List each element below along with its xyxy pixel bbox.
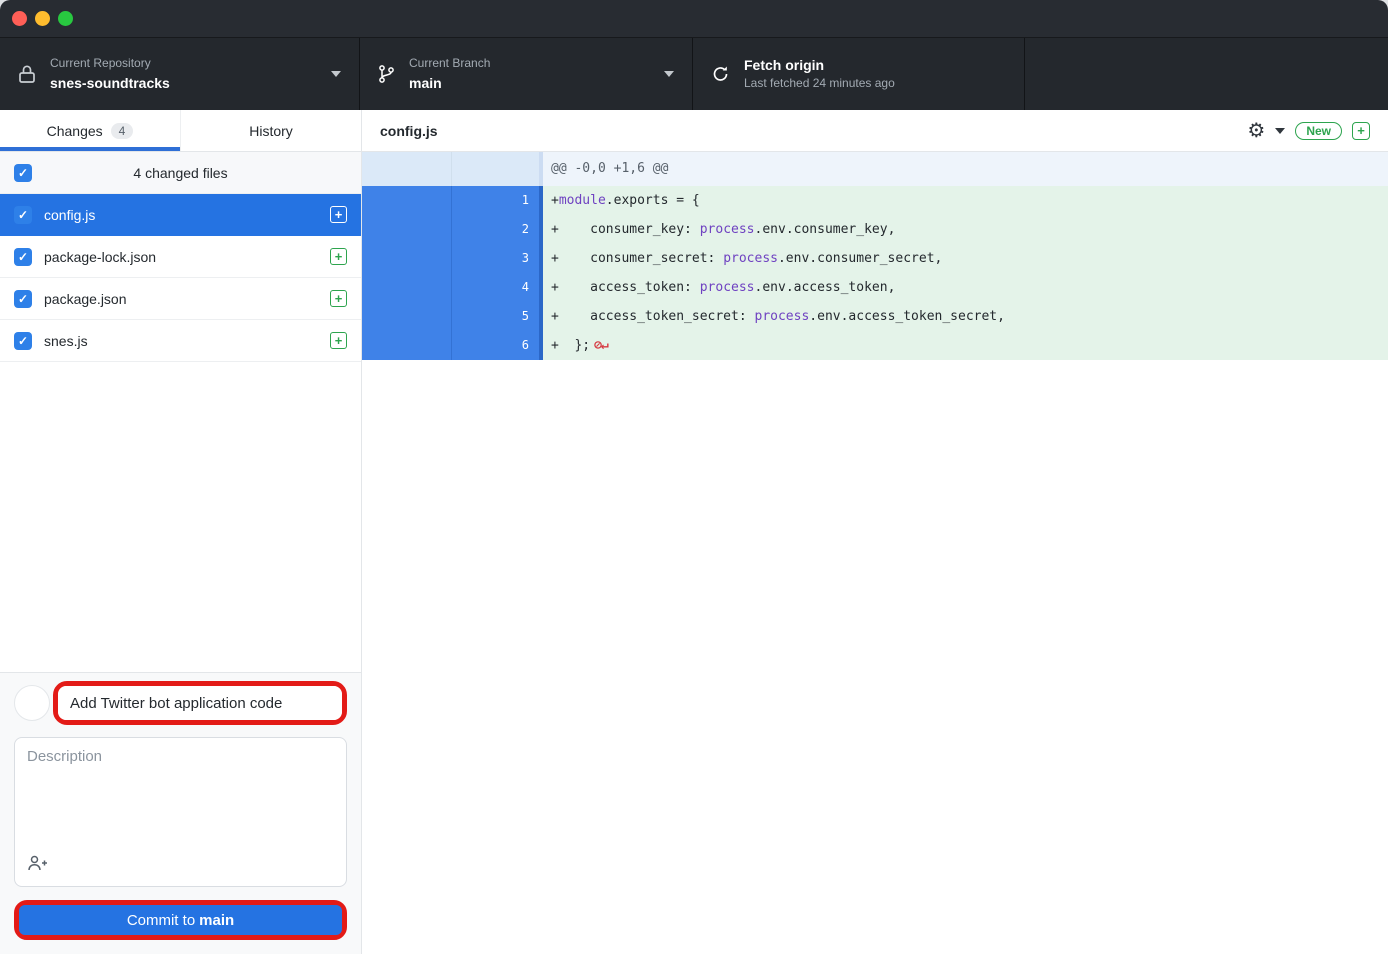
old-line-number[interactable] bbox=[362, 215, 451, 244]
sidebar: Changes 4 History 4 changed files config… bbox=[0, 110, 362, 954]
file-name: snes.js bbox=[44, 333, 88, 349]
annotation-highlight-commit-button: Commit tomain bbox=[14, 900, 347, 940]
commit-description-placeholder: Description bbox=[27, 748, 102, 765]
new-line-number[interactable]: 2 bbox=[451, 215, 539, 244]
current-branch-label: Current Branch bbox=[409, 56, 490, 72]
fetch-origin-button[interactable]: Fetch origin Last fetched 24 minutes ago bbox=[693, 38, 1025, 110]
chevron-down-icon bbox=[664, 71, 674, 77]
current-repository-label: Current Repository bbox=[50, 56, 170, 72]
lock-icon bbox=[18, 64, 36, 84]
old-line-number bbox=[362, 152, 451, 186]
diff-view: @@ -0,0 +1,6 @@1+module.exports = {2+ co… bbox=[362, 152, 1388, 954]
file-row-package.json[interactable]: package.json bbox=[0, 278, 361, 320]
current-branch-value: main bbox=[409, 74, 490, 92]
tab-changes[interactable]: Changes 4 bbox=[0, 110, 180, 151]
diff-line-5: 5+ access_token_secret: process.env.acce… bbox=[362, 302, 1388, 331]
fetch-origin-status: Last fetched 24 minutes ago bbox=[744, 76, 895, 92]
diff-line-1: 1+module.exports = { bbox=[362, 186, 1388, 215]
old-line-number[interactable] bbox=[362, 186, 451, 215]
added-file-icon[interactable] bbox=[330, 290, 347, 307]
diff-line-4: 4+ access_token: process.env.access_toke… bbox=[362, 273, 1388, 302]
chevron-down-icon bbox=[331, 71, 341, 77]
toolbar-empty-area bbox=[1025, 38, 1388, 110]
commit-form: Add Twitter bot application code Descrip… bbox=[0, 672, 361, 954]
avatar bbox=[14, 685, 50, 721]
diff-line-2: 2+ consumer_key: process.env.consumer_ke… bbox=[362, 215, 1388, 244]
diff-panel: config.js New @@ -0,0 +1,6 @@1+module.ex… bbox=[362, 110, 1388, 954]
sidebar-empty-area bbox=[0, 362, 361, 672]
old-line-number[interactable] bbox=[362, 273, 451, 302]
current-repository-value: snes-soundtracks bbox=[50, 74, 170, 92]
tab-history-label: History bbox=[249, 123, 293, 139]
commit-summary-input[interactable]: Add Twitter bot application code bbox=[58, 686, 342, 720]
old-line-number[interactable] bbox=[362, 331, 451, 360]
changed-file-list: config.js package-lock.json package.json sn… bbox=[0, 194, 361, 362]
chevron-down-icon[interactable] bbox=[1275, 128, 1285, 134]
commit-button-label: Commit to bbox=[127, 912, 195, 929]
gear-icon[interactable] bbox=[1247, 121, 1265, 141]
file-name: config.js bbox=[44, 207, 95, 223]
new-line-number[interactable]: 1 bbox=[451, 186, 539, 215]
diff-line-content: + consumer_secret: process.env.consumer_… bbox=[543, 244, 1388, 273]
commit-button[interactable]: Commit tomain bbox=[19, 905, 342, 935]
diff-header: config.js New bbox=[362, 110, 1388, 152]
fetch-origin-label: Fetch origin bbox=[744, 56, 895, 74]
old-line-number[interactable] bbox=[362, 244, 451, 273]
add-coauthor-icon[interactable] bbox=[27, 854, 49, 876]
github-desktop-window: Current Repository snes-soundtracks Curr… bbox=[0, 0, 1388, 954]
close-window-button[interactable] bbox=[12, 11, 27, 26]
diff-line-content: + access_token_secret: process.env.acces… bbox=[543, 302, 1388, 331]
sidebar-tabs: Changes 4 History bbox=[0, 110, 361, 152]
minimize-window-button[interactable] bbox=[35, 11, 50, 26]
new-file-status-badge: New bbox=[1295, 122, 1342, 140]
diff-hunk-header: @@ -0,0 +1,6 @@ bbox=[362, 152, 1388, 186]
sync-icon bbox=[711, 64, 730, 84]
diff-file-title: config.js bbox=[380, 123, 438, 139]
tab-changes-label: Changes bbox=[47, 123, 103, 139]
new-line-number[interactable]: 6 bbox=[451, 331, 539, 360]
current-repository-selector[interactable]: Current Repository snes-soundtracks bbox=[0, 38, 360, 110]
added-file-icon bbox=[1352, 122, 1370, 140]
select-all-checkbox[interactable] bbox=[14, 164, 32, 182]
diff-line-6: 6+ };⊘↵ bbox=[362, 331, 1388, 360]
new-line-number[interactable]: 3 bbox=[451, 244, 539, 273]
added-file-icon[interactable] bbox=[330, 332, 347, 349]
diff-line-content: + };⊘↵ bbox=[543, 331, 1388, 360]
added-file-icon[interactable] bbox=[330, 206, 347, 223]
added-file-icon[interactable] bbox=[330, 248, 347, 265]
file-row-package-lock.json[interactable]: package-lock.json bbox=[0, 236, 361, 278]
file-checkbox[interactable] bbox=[14, 248, 32, 266]
new-line-number[interactable]: 4 bbox=[451, 273, 539, 302]
diff-line-content: + access_token: process.env.access_token… bbox=[543, 273, 1388, 302]
select-all-row: 4 changed files bbox=[0, 152, 361, 194]
file-name: package-lock.json bbox=[44, 249, 156, 265]
window-content: Changes 4 History 4 changed files config… bbox=[0, 110, 1388, 954]
hunk-header-text: @@ -0,0 +1,6 @@ bbox=[543, 152, 1388, 186]
commit-summary-value: Add Twitter bot application code bbox=[70, 695, 282, 712]
annotation-highlight-summary: Add Twitter bot application code bbox=[53, 681, 347, 725]
git-branch-icon bbox=[378, 64, 395, 84]
no-newline-icon: ⊘↵ bbox=[594, 338, 608, 353]
diff-line-content: + consumer_key: process.env.consumer_key… bbox=[543, 215, 1388, 244]
commit-button-branch: main bbox=[199, 912, 234, 929]
old-line-number[interactable] bbox=[362, 302, 451, 331]
tab-history[interactable]: History bbox=[180, 110, 361, 151]
toolbar: Current Repository snes-soundtracks Curr… bbox=[0, 38, 1388, 110]
commit-description-input[interactable]: Description bbox=[14, 737, 347, 887]
file-row-config.js[interactable]: config.js bbox=[0, 194, 361, 236]
changed-files-label: 4 changed files bbox=[133, 165, 227, 181]
new-line-number bbox=[451, 152, 539, 186]
file-checkbox[interactable] bbox=[14, 290, 32, 308]
diff-line-3: 3+ consumer_secret: process.env.consumer… bbox=[362, 244, 1388, 273]
file-checkbox[interactable] bbox=[14, 332, 32, 350]
zoom-window-button[interactable] bbox=[58, 11, 73, 26]
file-row-snes.js[interactable]: snes.js bbox=[0, 320, 361, 362]
changes-count-badge: 4 bbox=[111, 123, 134, 139]
file-name: package.json bbox=[44, 291, 127, 307]
diff-line-content: +module.exports = { bbox=[543, 186, 1388, 215]
titlebar bbox=[0, 0, 1388, 38]
current-branch-selector[interactable]: Current Branch main bbox=[360, 38, 693, 110]
file-checkbox[interactable] bbox=[14, 206, 32, 224]
new-line-number[interactable]: 5 bbox=[451, 302, 539, 331]
